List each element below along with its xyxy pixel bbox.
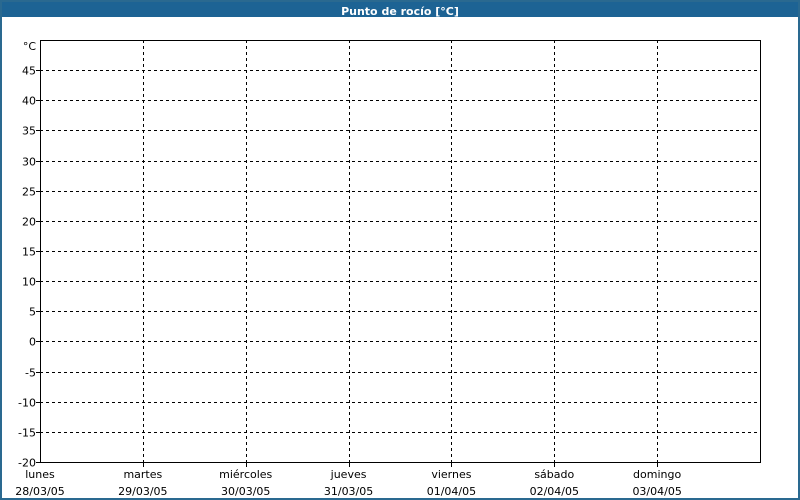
chart-titlebar: Punto de rocío [°C] <box>2 2 798 17</box>
chart-canvas: °C454035302520151050-5-10-15-20lunes28/0… <box>15 40 761 498</box>
y-tick-label: 5 <box>29 306 36 319</box>
x-date-label: 03/04/05 <box>632 485 681 498</box>
x-date-label: 30/03/05 <box>221 485 270 498</box>
y-tick-label: 35 <box>22 125 36 138</box>
x-day-label: viernes <box>431 468 471 481</box>
y-tick-label: -10 <box>18 397 36 410</box>
y-tick-label: -15 <box>18 427 36 440</box>
x-day-label: miércoles <box>219 468 272 481</box>
y-tick-label: 15 <box>22 246 36 259</box>
x-date-label: 31/03/05 <box>324 485 373 498</box>
y-tick-label: 20 <box>22 216 36 229</box>
x-day-label: domingo <box>633 468 681 481</box>
y-tick-label: 0 <box>29 336 36 349</box>
x-day-label: sábado <box>534 468 574 481</box>
x-date-label: 02/04/05 <box>530 485 579 498</box>
y-tick-label: 45 <box>22 65 36 78</box>
y-tick-label: 30 <box>22 156 36 169</box>
chart-title: Punto de rocío [°C] <box>341 5 459 17</box>
y-tick-label: 25 <box>22 186 36 199</box>
x-date-label: 29/03/05 <box>118 485 167 498</box>
y-tick-label: 10 <box>22 276 36 289</box>
chart-window: Punto de rocío [°C] °C 45 40 35 30 25 20 15 10 5 0… <box>0 0 800 500</box>
y-axis-unit-label: °C <box>23 40 37 53</box>
x-date-label: 01/04/05 <box>427 485 476 498</box>
y-tick-label: -5 <box>25 367 36 380</box>
y-tick-label: 40 <box>22 95 36 108</box>
x-day-label: lunes <box>25 468 55 481</box>
x-day-label: martes <box>123 468 162 481</box>
chart-area: °C 45 40 35 30 25 20 15 10 5 0 -5 -10 -15 -20 lunes 28/0… <box>2 17 798 498</box>
x-day-label: jueves <box>330 468 367 481</box>
x-date-label: 28/03/05 <box>15 485 64 498</box>
